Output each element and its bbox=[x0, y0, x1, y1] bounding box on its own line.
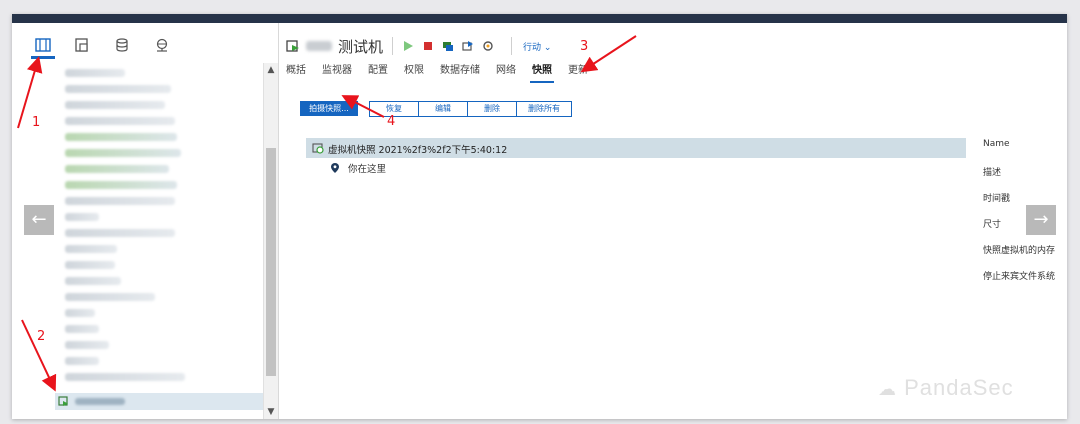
annotation-label-2: 2 bbox=[37, 329, 45, 344]
annotation-label-1: 1 bbox=[32, 115, 40, 130]
annotation-label-4: 4 bbox=[387, 114, 395, 129]
annotation-label-3: 3 bbox=[580, 39, 588, 54]
annotation-arrow-4 bbox=[341, 95, 385, 118]
annotation-overlay: 1 2 3 4 bbox=[17, 35, 637, 392]
annotation-arrow-3 bbox=[580, 35, 637, 73]
